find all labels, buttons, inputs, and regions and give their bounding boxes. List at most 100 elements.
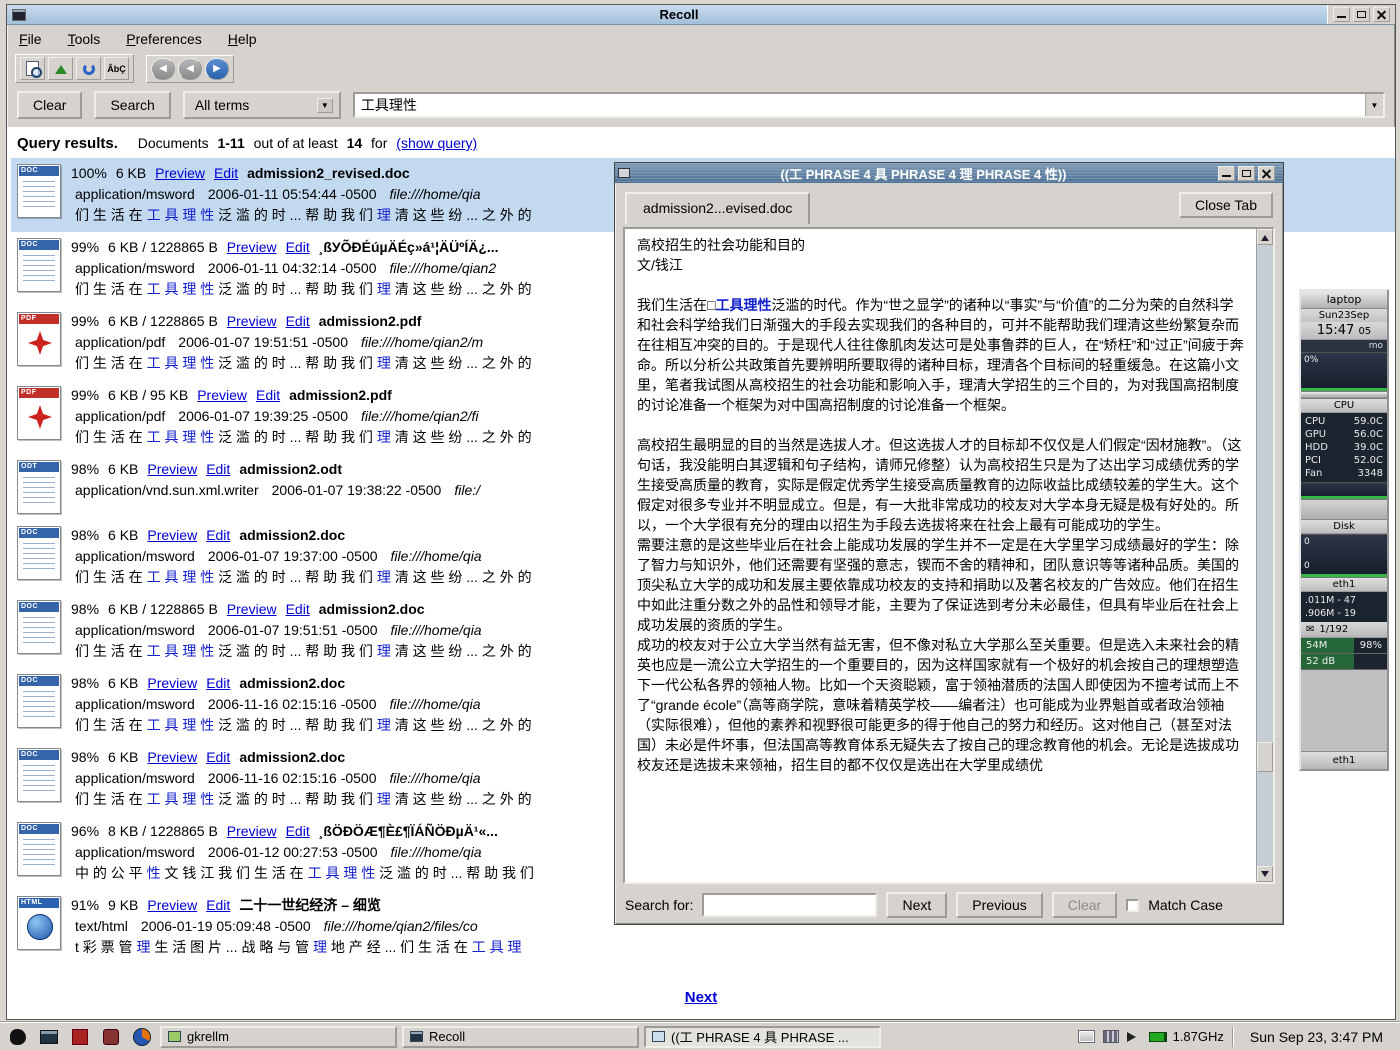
mail-monitor[interactable]: ✉ 1/192 [1301, 622, 1387, 638]
mime-type: application/msword [75, 770, 195, 786]
menu-preferences[interactable]: Preferences [126, 31, 202, 47]
file-date: 2006-01-07 19:51:51 -0500 [178, 334, 348, 350]
relevance-percent: 98% [71, 749, 99, 765]
scroll-up-icon[interactable] [1257, 229, 1273, 245]
preview-link[interactable]: Preview [197, 387, 247, 403]
results-title: Query results. [17, 135, 118, 152]
search-bar: Clear Search All terms ▼ ▼ [7, 89, 1395, 127]
close-tab-button[interactable]: Close Tab [1179, 192, 1273, 218]
preview-link[interactable]: Preview [227, 313, 277, 329]
next-page-icon[interactable]: ▶ [205, 58, 229, 80]
menu-tools[interactable]: Tools [68, 31, 101, 47]
launcher-firefox-icon[interactable] [129, 1025, 155, 1049]
preview-link[interactable]: Preview [147, 675, 197, 691]
document-search-icon[interactable] [20, 57, 45, 80]
edit-link[interactable]: Edit [286, 239, 310, 255]
launcher-app-red-icon[interactable] [67, 1025, 93, 1049]
preview-close-icon[interactable] [1258, 166, 1275, 181]
task-recoll[interactable]: Recoll [402, 1026, 639, 1048]
maximize-icon[interactable] [1353, 7, 1370, 22]
mime-type: application/msword [75, 186, 195, 202]
sensor-panel: CPU59.0C GPU56.0C HDD39.0C PCI52.0C Fan3… [1301, 413, 1387, 482]
prev-page-icon[interactable]: ◀ [178, 58, 202, 80]
clear-button[interactable]: Clear [17, 91, 82, 119]
preview-body: 高校招生的社会功能和目的文/钱江我们生活在□工具理性泛滥的时代。作为“世之显学”… [623, 227, 1275, 884]
preview-titlebar[interactable]: ((工 PHRASE 4 具 PHRASE 4 理 PHRASE 4 性)) [615, 163, 1283, 183]
find-clear-button[interactable]: Clear [1052, 892, 1117, 918]
preview-minimize-icon[interactable] [1218, 166, 1235, 181]
keyboard-tray-icon[interactable] [1078, 1030, 1095, 1043]
match-case-checkbox[interactable] [1126, 899, 1139, 912]
results-for-word: for [371, 135, 387, 151]
next-page-link[interactable]: Next [685, 989, 718, 1006]
sort-icon[interactable] [48, 57, 73, 80]
preview-link[interactable]: Preview [147, 527, 197, 543]
doc-file-icon: DOC [17, 748, 61, 802]
file-date: 2006-11-16 02:15:16 -0500 [208, 696, 377, 712]
close-icon[interactable] [1373, 7, 1390, 22]
preview-link[interactable]: Preview [147, 749, 197, 765]
edit-link[interactable]: Edit [286, 313, 310, 329]
result-snippet: t 彩 票 管 理 生 活 图 片 ... 战 略 与 管 理 地 产 经 ..… [71, 937, 1393, 958]
tray-separator [1232, 1027, 1234, 1047]
preview-scrollbar[interactable] [1256, 229, 1273, 882]
file-date: 2006-01-07 19:38:22 -0500 [272, 482, 442, 498]
find-label: Search for: [625, 897, 693, 913]
search-mode-select[interactable]: All terms ▼ [183, 91, 341, 119]
menu-help[interactable]: Help [228, 31, 257, 47]
query-history-icon[interactable]: ▼ [1365, 94, 1383, 116]
edit-link[interactable]: Edit [206, 527, 230, 543]
search-button[interactable]: Search [94, 91, 170, 119]
preview-link[interactable]: Preview [227, 823, 277, 839]
preview-link[interactable]: Preview [155, 165, 205, 181]
volume-icon[interactable] [1127, 1032, 1141, 1042]
launcher-paw-icon[interactable] [5, 1025, 31, 1049]
query-input[interactable] [355, 94, 1365, 116]
memory-used: 54M [1306, 640, 1327, 651]
scrollbar-thumb[interactable] [1257, 742, 1273, 772]
edit-link[interactable]: Edit [286, 823, 310, 839]
find-previous-button[interactable]: Previous [956, 892, 1042, 918]
memory-meter: 54M 98% [1301, 638, 1387, 654]
edit-link[interactable]: Edit [286, 601, 310, 617]
scroll-down-icon[interactable] [1257, 866, 1273, 882]
edit-link[interactable]: Edit [206, 461, 230, 477]
results-out-of: out of at least [254, 135, 338, 151]
launcher-app-brown-icon[interactable] [98, 1025, 124, 1049]
launcher-terminal-icon[interactable] [36, 1025, 62, 1049]
edit-link[interactable]: Edit [206, 675, 230, 691]
scrollbar-track[interactable] [1257, 245, 1273, 866]
preview-link[interactable]: Preview [227, 239, 277, 255]
task-gkrellm[interactable]: gkrellm [160, 1026, 397, 1048]
edit-link[interactable]: Edit [256, 387, 280, 403]
edit-link[interactable]: Edit [206, 897, 230, 913]
history-icon[interactable] [76, 57, 101, 80]
preview-tab[interactable]: admission2...evised.doc [625, 192, 810, 224]
file-path: file:///home/qia [391, 548, 482, 564]
recoll-titlebar[interactable]: Recoll [7, 5, 1395, 25]
find-input[interactable] [702, 893, 877, 917]
edit-link[interactable]: Edit [214, 165, 238, 181]
gkrellm-hostname[interactable]: laptop [1301, 291, 1387, 309]
find-next-button[interactable]: Next [886, 892, 947, 918]
result-filename: admission2.pdf [319, 313, 422, 329]
preview-link[interactable]: Preview [147, 897, 197, 913]
file-path: file:///home/qia [390, 770, 481, 786]
preview-link[interactable]: Preview [227, 601, 277, 617]
relevance-percent: 100% [71, 165, 107, 181]
volume-meter: 52 dB [1301, 654, 1387, 670]
term-explorer-icon[interactable]: ÂbÇ [104, 57, 129, 80]
preview-maximize-icon[interactable] [1238, 166, 1255, 181]
mime-type: text/html [75, 918, 128, 934]
tray-grid-icon[interactable] [1103, 1030, 1119, 1043]
task-preview[interactable]: ((工 PHRASE 4 具 PHRASE ... [644, 1026, 881, 1048]
net-line: .906M - 19 [1305, 607, 1383, 620]
first-page-icon[interactable]: ◀ [151, 58, 175, 80]
menu-file[interactable]: File [19, 31, 42, 47]
mime-type: application/msword [75, 844, 195, 860]
edit-link[interactable]: Edit [206, 749, 230, 765]
taskbar-clock[interactable]: Sun Sep 23, 3:47 PM [1242, 1029, 1391, 1045]
minimize-icon[interactable] [1333, 7, 1350, 22]
show-query-link[interactable]: (show query) [396, 135, 477, 151]
preview-link[interactable]: Preview [147, 461, 197, 477]
